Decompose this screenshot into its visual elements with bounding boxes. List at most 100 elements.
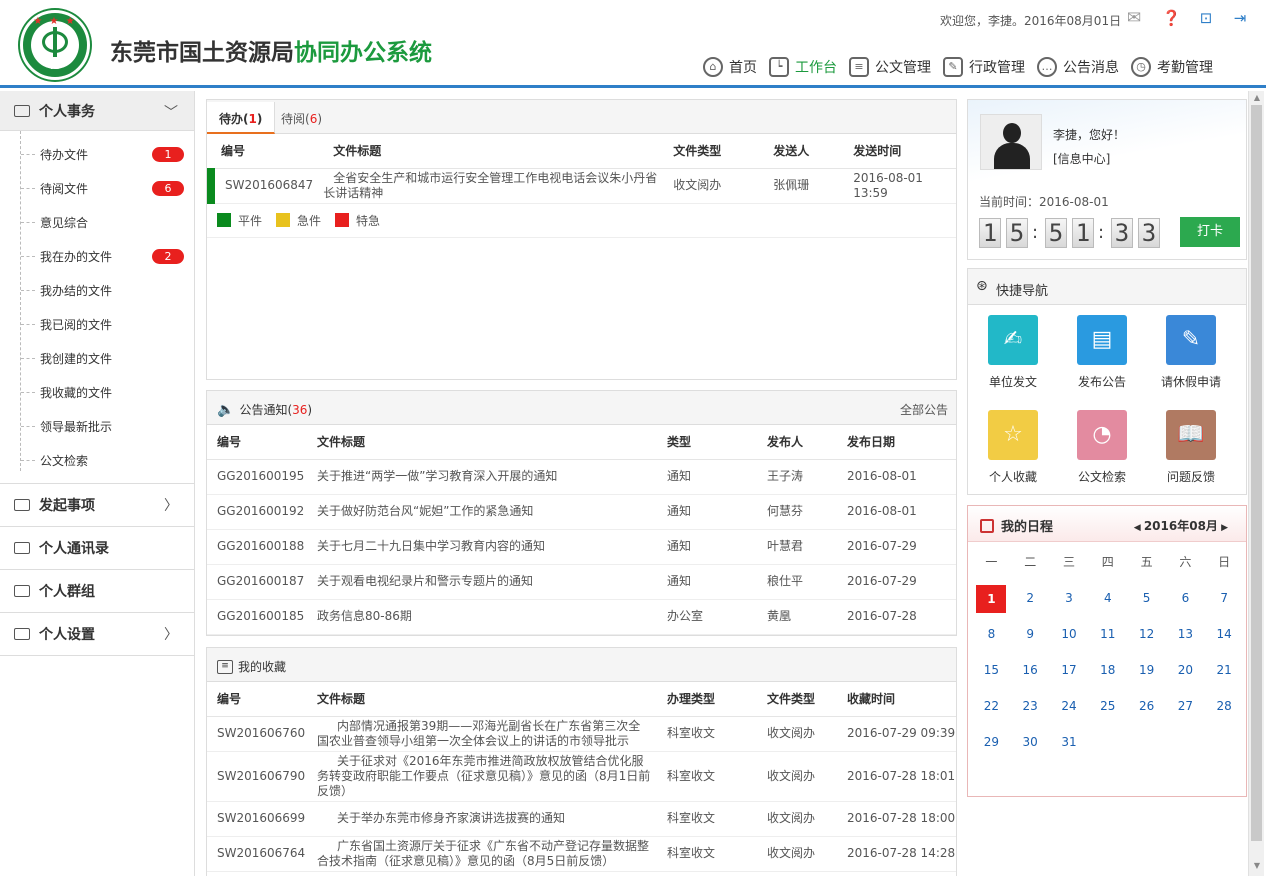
sidebar-item-to-read[interactable]: 待阅文件 6 — [0, 171, 194, 205]
table-row[interactable]: SW201606764 广东省国土资源厅关于征求《广东省不动产登记存量数据整合技术… — [207, 836, 956, 872]
notice-title-link[interactable]: 关于推进“两学一做”学习教育深入开展的通知 — [307, 459, 657, 495]
favorite-title-link[interactable]: 广东省国土资源厅关于征求《广东省不动产登记存量数据整合技术指南（征求意见稿）》意… — [307, 836, 657, 872]
nav-notices[interactable]: … 公告消息 — [1037, 54, 1119, 80]
sidebar-item-created[interactable]: 我创建的文件 — [0, 341, 194, 375]
next-month-arrow[interactable]: ▶ — [1218, 523, 1228, 533]
sidebar-item-in-progress[interactable]: 我在办的文件 2 — [0, 239, 194, 273]
sidebar-item-favorites[interactable]: 我收藏的文件 — [0, 375, 194, 409]
prev-month-arrow[interactable]: ◀ — [1134, 523, 1144, 533]
calendar-day[interactable]: 27 — [1166, 690, 1205, 726]
help-icon[interactable]: ❓ — [1162, 9, 1181, 27]
current-time-label: 当前时间：2016-08-01 — [979, 195, 1109, 209]
quick-nav-unit-dispatch[interactable]: ✍ 单位发文 — [973, 315, 1053, 390]
quick-nav-leave-request[interactable]: ✎ 请休假申请 — [1151, 315, 1231, 390]
sidebar-sublist: 待办文件 1 待阅文件 6 意见综合 我在办的文件 2 我办结的文件 我已阅的文件 我… — [0, 131, 194, 484]
logout-icon[interactable]: ⇥ — [1231, 9, 1249, 27]
info-center-link[interactable]: [信息中心] — [1053, 150, 1110, 167]
calendar-day[interactable]: 16 — [1011, 654, 1050, 690]
sidebar-item-completed[interactable]: 我办结的文件 — [0, 273, 194, 307]
legend-swatch — [276, 213, 291, 227]
mail-icon[interactable]: ✉ — [1125, 9, 1143, 27]
favorite-title-link[interactable]: 内部情况通报第39期——邓海光副省长在广东省第三次全国农业普查领导小组第一次全体… — [307, 716, 657, 752]
lock-icon[interactable]: ⊡ — [1197, 9, 1215, 27]
table-row[interactable]: GG201600185 政务信息80-86期 办公室 黄凰 2016-07-28 — [207, 599, 956, 635]
calendar-day[interactable]: 25 — [1088, 690, 1127, 726]
nav-admin[interactable]: ✎ 行政管理 — [943, 54, 1025, 80]
calendar-day[interactable]: 28 — [1205, 690, 1244, 726]
sidebar-section-contacts[interactable]: 个人通讯录 — [0, 527, 194, 570]
calendar-day[interactable]: 23 — [1011, 690, 1050, 726]
favorite-title-link[interactable]: 关于举办东莞市修身齐家演讲选拔赛的通知 — [307, 801, 657, 837]
table-row[interactable]: GG201600195 关于推进“两学一做”学习教育深入开展的通知 通知 王子涛 201… — [207, 459, 956, 495]
sidebar-section-groups[interactable]: 个人群组 — [0, 570, 194, 613]
sidebar-item-instructions[interactable]: 领导最新批示 — [0, 409, 194, 443]
calendar-day[interactable]: 26 — [1127, 690, 1166, 726]
quick-nav-feedback[interactable]: 📖 问题反馈 — [1151, 410, 1231, 485]
scroll-up-arrow[interactable]: ▲ — [1252, 93, 1262, 103]
calendar-day[interactable]: 24 — [1050, 690, 1089, 726]
calendar-day[interactable]: 14 — [1205, 618, 1244, 654]
favorite-title-link[interactable]: 关于征求对《2016年东莞市推进简政放权放管结合优化服务转变政府职能工作要点（征… — [307, 751, 657, 802]
tab-to-read[interactable]: 待阅(6) — [269, 102, 334, 134]
calendar-day[interactable]: 9 — [1011, 618, 1050, 654]
quick-nav-publish-notice[interactable]: ▤ 发布公告 — [1062, 315, 1142, 390]
table-row[interactable]: GG201600188 关于七月二十九日集中学习教育内容的通知 通知 叶慧君 2016-… — [207, 529, 956, 565]
calendar-day[interactable]: 8 — [972, 618, 1011, 654]
sidebar-section-settings[interactable]: 个人设置 〉 — [0, 613, 194, 656]
chevron-right-icon: 〉 — [164, 627, 178, 643]
punch-in-button[interactable]: 打卡 — [1180, 217, 1240, 247]
calendar-day[interactable]: 5 — [1127, 582, 1166, 618]
quick-nav-favorites[interactable]: ☆ 个人收藏 — [973, 410, 1053, 485]
all-notices-link[interactable]: 全部公告 — [900, 401, 948, 418]
notice-title-link[interactable]: 政务信息80-86期 — [307, 599, 657, 635]
table-row[interactable]: SW201606699 关于举办东莞市修身齐家演讲选拔赛的通知 科室收文 收文阅办 20… — [207, 801, 956, 837]
calendar-day[interactable]: 4 — [1088, 582, 1127, 618]
sidebar-item-opinions[interactable]: 意见综合 — [0, 205, 194, 239]
notice-title-link[interactable]: 关于做好防范台风“妮妲”工作的紧急通知 — [307, 494, 657, 530]
today-day[interactable]: 1 — [976, 585, 1007, 613]
calendar-day[interactable]: 13 — [1166, 618, 1205, 654]
calendar-day[interactable]: 7 — [1205, 582, 1244, 618]
calendar-day[interactable]: 20 — [1166, 654, 1205, 690]
table-row[interactable]: SW201606760 内部情况通报第39期——邓海光副省长在广东省第三次全国农业… — [207, 716, 956, 752]
calendar-day[interactable]: 6 — [1166, 582, 1205, 618]
table-row[interactable]: SW201606847 全省安全生产和城市运行安全管理工作电视电话会议朱小丹省长… — [206, 168, 956, 204]
table-row[interactable]: GG201600192 关于做好防范台风“妮妲”工作的紧急通知 通知 何慧芬 2016-… — [207, 494, 956, 530]
calendar-day[interactable]: 21 — [1205, 654, 1244, 690]
calendar-week-row: 22 23 24 25 26 27 28 — [972, 690, 1244, 726]
cell-title[interactable]: 全省安全生产和城市运行安全管理工作电视电话会议朱小丹省长讲话精神 — [313, 168, 664, 204]
table-row[interactable]: SW201606790 关于征求对《2016年东莞市推进简政放权放管结合优化服务转… — [207, 751, 956, 802]
notice-title-link[interactable]: 关于七月二十九日集中学习教育内容的通知 — [307, 529, 657, 565]
quick-nav-doc-search[interactable]: ◔ 公文检索 — [1062, 410, 1142, 485]
calendar-day[interactable]: 22 — [972, 690, 1011, 726]
calendar-day[interactable]: 1 — [972, 582, 1011, 618]
nav-attendance[interactable]: ◷ 考勤管理 — [1131, 54, 1213, 80]
calendar-day[interactable]: 18 — [1088, 654, 1127, 690]
calendar-day[interactable]: 15 — [972, 654, 1011, 690]
tab-todo[interactable]: 待办(1) — [207, 102, 276, 134]
calendar-day[interactable]: 30 — [1011, 726, 1050, 762]
sidebar-section-personal-affairs[interactable]: 个人事务 ﹀ — [0, 91, 194, 131]
table-row[interactable]: GG201600187 关于观看电视纪录片和警示专题片的通知 通知 稂仕平 2016-0… — [207, 564, 956, 600]
nav-workbench[interactable]: ┕ 工作台 — [769, 54, 837, 80]
calendar-day[interactable]: 29 — [972, 726, 1011, 762]
sidebar-item-search[interactable]: 公文检索 — [0, 443, 194, 477]
scroll-down-arrow[interactable]: ▼ — [1252, 861, 1262, 871]
page-scrollbar[interactable]: ▲ ▼ — [1248, 91, 1264, 876]
calendar-day — [1127, 726, 1166, 762]
sidebar-item-read[interactable]: 我已阅的文件 — [0, 307, 194, 341]
calendar-day[interactable]: 17 — [1050, 654, 1089, 690]
nav-home[interactable]: ⌂ 首页 — [703, 54, 757, 80]
calendar-day[interactable]: 31 — [1050, 726, 1089, 762]
sidebar-section-initiate[interactable]: 发起事项 〉 — [0, 484, 194, 527]
calendar-day[interactable]: 10 — [1050, 618, 1089, 654]
nav-documents[interactable]: ≡ 公文管理 — [849, 54, 931, 80]
calendar-day[interactable]: 3 — [1050, 582, 1089, 618]
calendar-day[interactable]: 2 — [1011, 582, 1050, 618]
calendar-day[interactable]: 11 — [1088, 618, 1127, 654]
scroll-thumb[interactable] — [1251, 105, 1262, 841]
notice-title-link[interactable]: 关于观看电视纪录片和警示专题片的通知 — [307, 564, 657, 600]
calendar-day[interactable]: 12 — [1127, 618, 1166, 654]
sidebar-item-todo[interactable]: 待办文件 1 — [0, 137, 194, 171]
calendar-day[interactable]: 19 — [1127, 654, 1166, 690]
